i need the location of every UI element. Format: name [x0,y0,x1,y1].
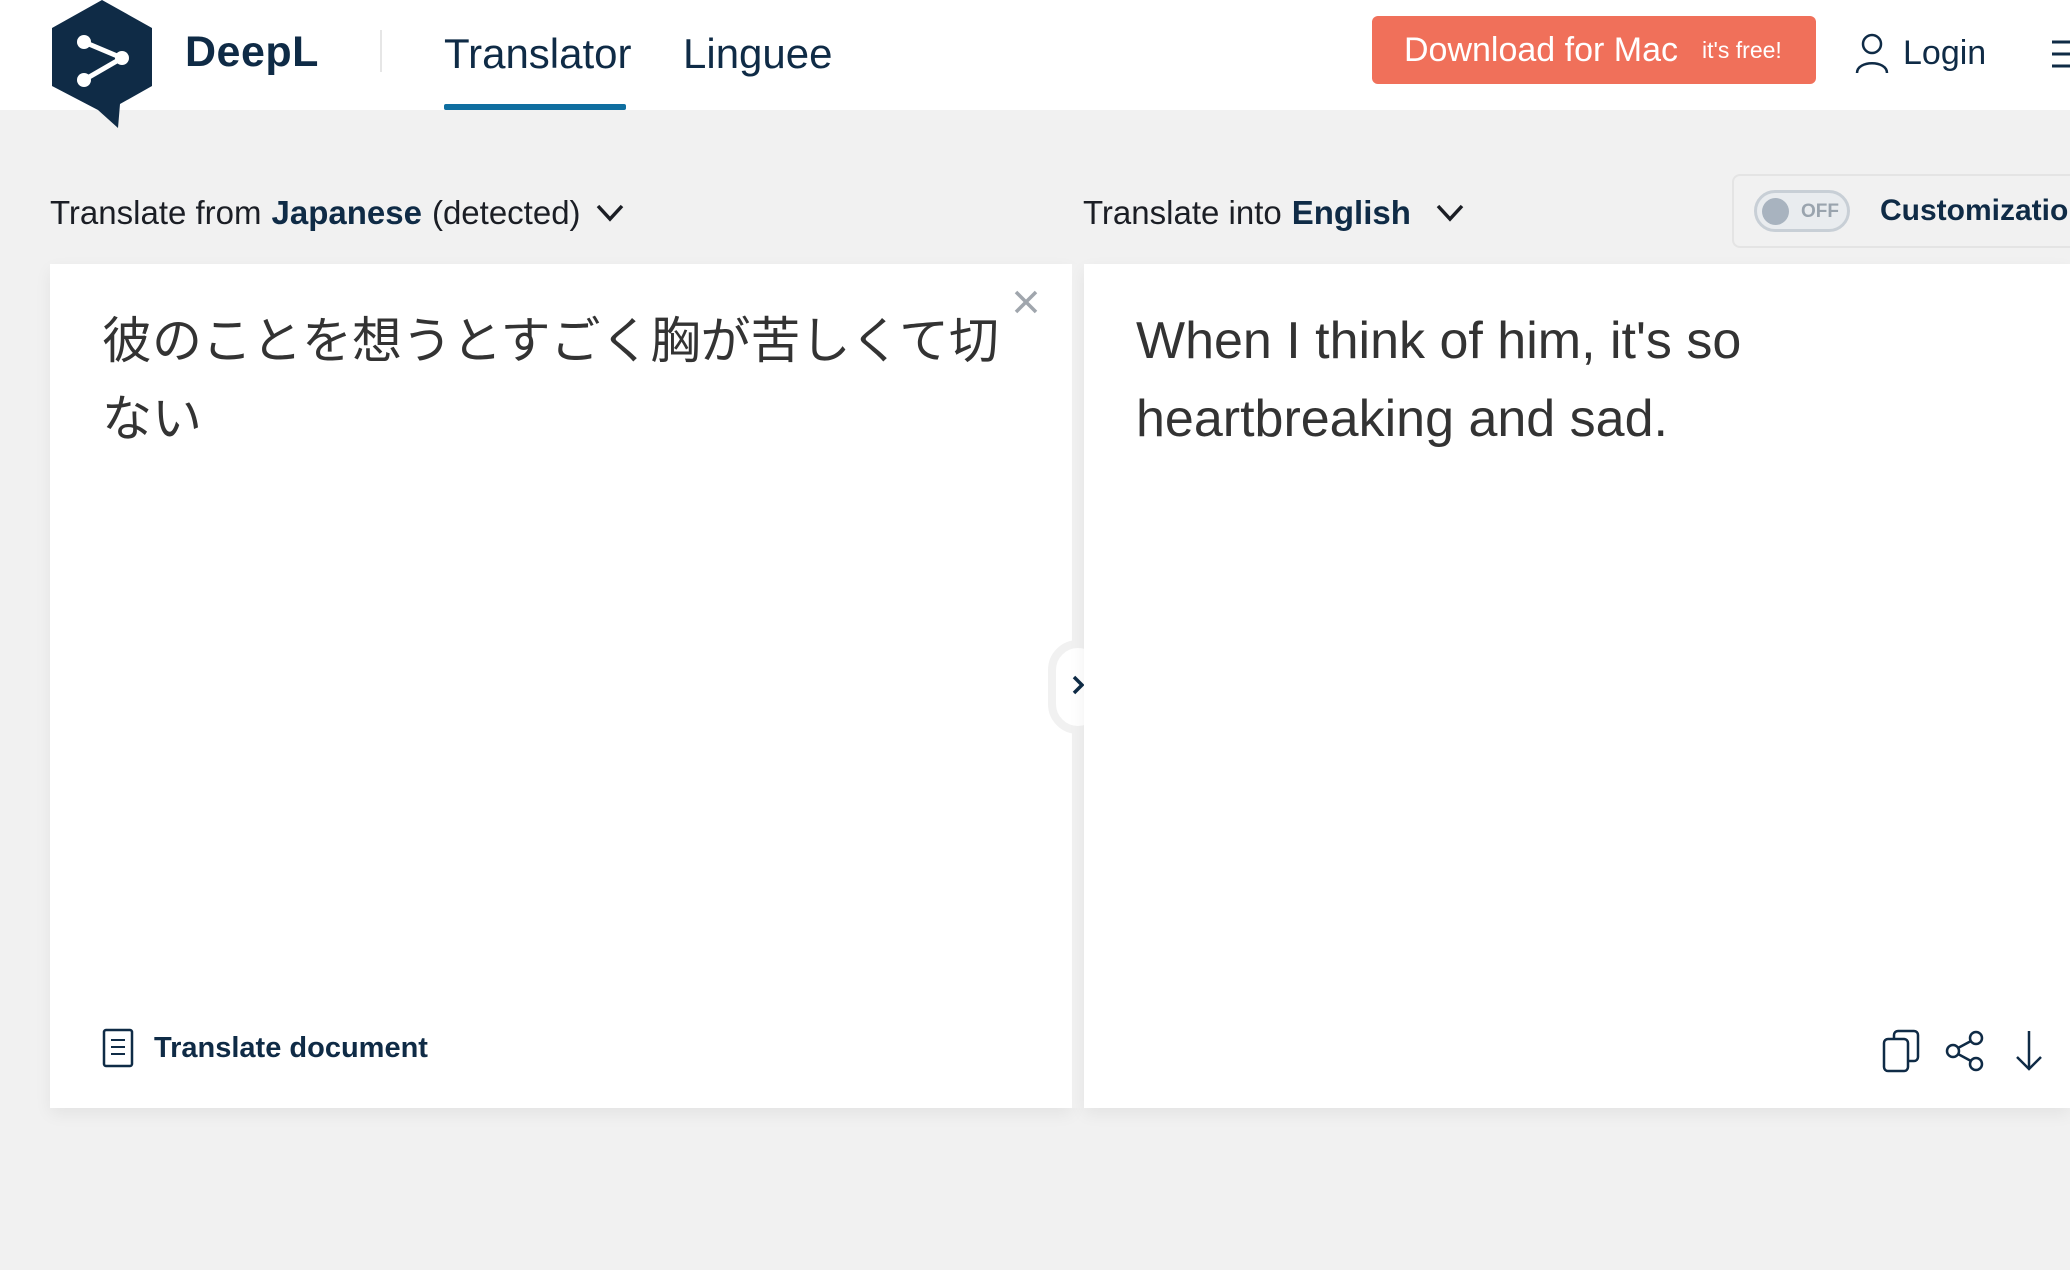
share-button[interactable] [1944,1030,1986,1076]
hamburger-icon[interactable] [2052,36,2070,72]
target-language-prefix: Translate into [1083,194,1282,231]
brand-name[interactable]: DeepL [185,28,319,77]
toggle-state-label: OFF [1801,201,1839,222]
download-button-sublabel: it's free! [1702,36,1782,63]
share-icon [1945,1030,1985,1077]
login-label: Login [1903,33,1987,72]
customization-toggle[interactable]: OFF [1754,190,1850,232]
source-language-selector[interactable]: Translate from Japanese (detected) [50,194,625,232]
translation-output[interactable]: When I think of him, it's so heartbreaki… [1136,302,2016,458]
clear-source-button[interactable] [1006,284,1046,324]
target-language-selector[interactable]: Translate into English [1083,194,1465,232]
deepl-logo-icon[interactable] [48,0,156,128]
chevron-down-icon [1435,203,1465,223]
translation-actions [1880,1029,2050,1078]
chevron-down-icon [595,203,625,223]
target-panel: When I think of him, it's so heartbreaki… [1084,264,2070,1108]
header-divider [380,30,382,72]
source-text-input[interactable]: 彼のことを想うとすごく胸が苦しくて切ない [102,302,1002,458]
customization-panel: OFF Customization [1732,174,2070,248]
source-panel: 彼のことを想うとすごく胸が苦しくて切ない Translate document [50,264,1072,1108]
download-for-mac-button[interactable]: Download for Mac it's free! [1372,16,1816,84]
copy-icon [1882,1029,1920,1078]
customization-label[interactable]: Customization [1880,194,2070,228]
tab-translator[interactable]: Translator [444,30,632,110]
source-language-prefix: Translate from [50,194,262,231]
translate-document-label: Translate document [154,1031,428,1064]
login-button[interactable]: Login [1855,28,1986,78]
target-language-name: English [1291,194,1411,231]
detected-label: (detected) [431,194,581,231]
toggle-knob [1762,198,1789,225]
copy-button[interactable] [1880,1029,1922,1078]
source-language-name: Japanese [271,194,422,231]
download-translation-button[interactable] [2008,1030,2050,1076]
download-icon [2013,1029,2045,1078]
active-tab-indicator [444,104,626,110]
chevron-right-icon [1071,675,1085,700]
user-icon [1855,32,1889,74]
document-icon [102,1028,134,1068]
top-header: DeepL Translator Linguee Download for Ma… [0,0,2070,128]
translate-document-button[interactable]: Translate document [102,1028,428,1068]
close-icon [1013,289,1039,320]
download-button-label: Download for Mac [1404,30,1679,69]
tab-linguee[interactable]: Linguee [683,30,832,110]
